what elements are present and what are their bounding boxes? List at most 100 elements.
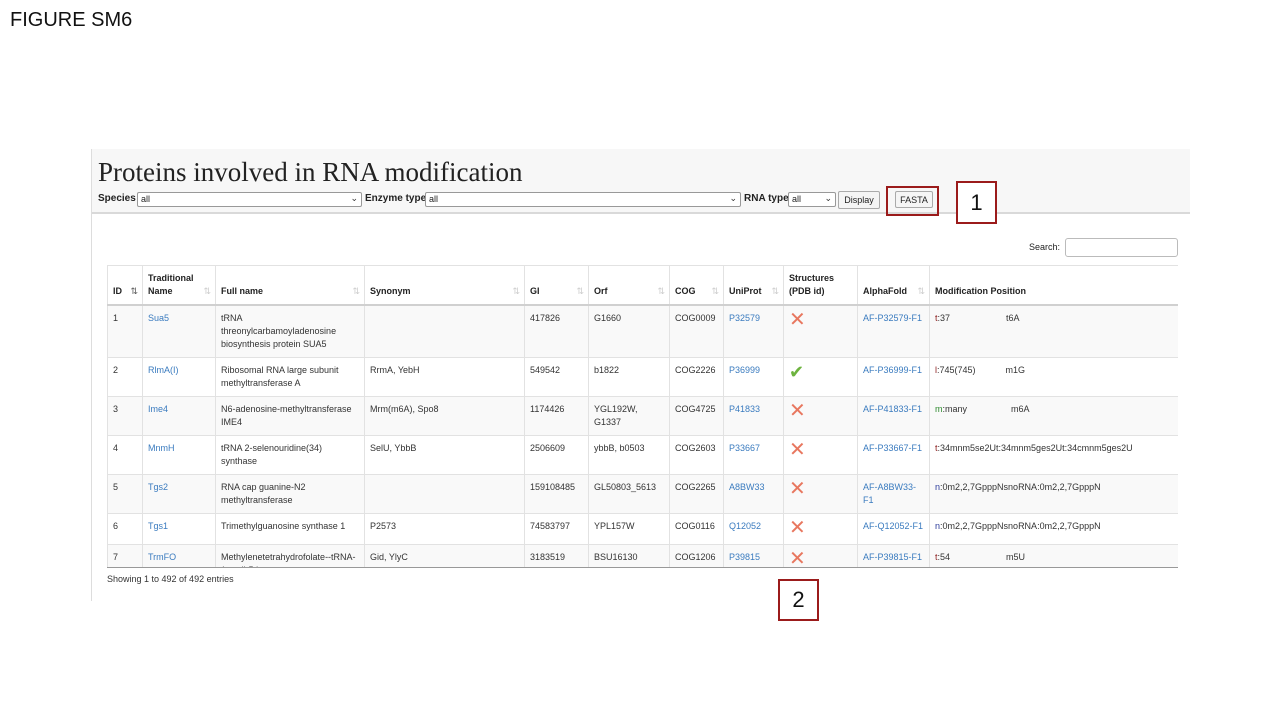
alphafold-link[interactable]: AF-P41833-F1 (863, 404, 922, 414)
cell-alphafold: AF-A8BW33-F1 (857, 474, 930, 514)
column-header-cog[interactable]: COG ⇅ (669, 265, 724, 306)
uniprot-link[interactable]: A8BW33 (729, 482, 765, 492)
cell-uniprot: P33667 (723, 435, 784, 475)
column-header-uniprot[interactable]: UniProt ⇅ (723, 265, 784, 306)
uniprot-link[interactable]: P36999 (729, 365, 760, 375)
cell-structure: ✕ (783, 435, 858, 475)
enzyme-type-value: all (429, 194, 439, 204)
cell-full-name: RNA cap guanine-N2 methyltransferase (215, 474, 365, 514)
proteins-table-scroll[interactable]: ID ⇅ Traditional Name ⇅ Full name ⇅ Synonym… (107, 265, 1178, 568)
display-button[interactable]: Display (838, 191, 880, 209)
cell-uniprot: Q12052 (723, 513, 784, 545)
column-header-traditional-name[interactable]: Traditional Name ⇅ (142, 265, 216, 306)
modification-position: :34mnm5se2Ut:34mnm5ges2Ut:34cmnm5ges2U (937, 443, 1133, 453)
cell-modification: n:0m2,2,7GpppNsnoRNA:0m2,2,7GpppN (929, 474, 1178, 514)
alphafold-link[interactable]: AF-P39815-F1 (863, 552, 922, 562)
uniprot-link[interactable]: P32579 (729, 313, 760, 323)
column-header-orf[interactable]: Orf ⇅ (588, 265, 670, 306)
protein-name-link[interactable]: Tgs2 (148, 482, 168, 492)
cross-icon: ✕ (789, 309, 806, 331)
column-header-modification-position[interactable]: Modification Position (929, 265, 1178, 306)
cell-alphafold: AF-P36999-F1 (857, 357, 930, 397)
rna-type-select[interactable]: all ⌄ (788, 192, 836, 207)
protein-name-link[interactable]: MnmH (148, 443, 175, 453)
column-header-label: Synonym (370, 286, 411, 296)
cell-synonym: RrmA, YebH (364, 357, 525, 397)
sort-icon: ⇅ (576, 286, 584, 296)
column-header-id[interactable]: ID ⇅ (107, 265, 143, 306)
cell-traditional-name: Ime4 (142, 396, 216, 436)
cross-icon: ✕ (789, 478, 806, 500)
uniprot-link[interactable]: P41833 (729, 404, 760, 414)
table-row: 7 TrmFO Methylenetetrahydrofolate--tRNA-(u… (107, 544, 1178, 568)
modification-name: m6A (1011, 404, 1030, 414)
cell-synonym: P2573 (364, 513, 525, 545)
cell-structure: ✔ (783, 357, 858, 397)
column-header-label: AlphaFold (863, 286, 907, 296)
cell-structure: ✕ (783, 304, 858, 358)
sort-icon: ⇅ (771, 286, 779, 296)
uniprot-link[interactable]: P33667 (729, 443, 760, 453)
cell-cog: COG2265 (669, 474, 724, 514)
table-row: 4 MnmH tRNA 2-selenouridine(34) synthase Se… (107, 435, 1178, 475)
column-header-synonym[interactable]: Synonym ⇅ (364, 265, 525, 306)
cell-synonym: SelU, YbbB (364, 435, 525, 475)
protein-name-link[interactable]: RlmA(I) (148, 365, 179, 375)
uniprot-link[interactable]: Q12052 (729, 521, 761, 531)
cell-full-name: Ribosomal RNA large subunit methyltransf… (215, 357, 365, 397)
column-header-full-name[interactable]: Full name ⇅ (215, 265, 365, 306)
enzyme-type-select[interactable]: all ⌄ (425, 192, 741, 207)
uniprot-link[interactable]: P39815 (729, 552, 760, 562)
sort-icon: ⇅ (917, 286, 925, 296)
cross-icon: ✕ (789, 517, 806, 539)
species-value: all (141, 194, 151, 204)
cell-modification: t:37 t6A (929, 304, 1178, 358)
cell-structure: ✕ (783, 544, 858, 568)
enzyme-type-label: Enzyme type (365, 193, 427, 204)
cell-traditional-name: Sua5 (142, 304, 216, 358)
cell-gi: 1174426 (524, 396, 589, 436)
cell-orf: ybbB, b0503 (588, 435, 670, 475)
chevron-down-icon: ⌄ (824, 193, 832, 203)
cell-traditional-name: Tgs2 (142, 474, 216, 514)
alphafold-link[interactable]: AF-Q12052-F1 (863, 521, 923, 531)
modification-position: :0m2,2,7GpppNsnoRNA:0m2,2,7GpppN (940, 482, 1101, 492)
cell-alphafold: AF-P32579-F1 (857, 304, 930, 358)
protein-name-link[interactable]: TrmFO (148, 552, 176, 562)
column-header-label: Modification Position (935, 286, 1026, 296)
cell-full-name: tRNA 2-selenouridine(34) synthase (215, 435, 365, 475)
alphafold-link[interactable]: AF-P32579-F1 (863, 313, 922, 323)
cell-orf: BSU16130 (588, 544, 670, 567)
column-header-label: UniProt (729, 286, 762, 296)
chevron-down-icon: ⌄ (729, 193, 737, 203)
column-header-alphafold[interactable]: AlphaFold ⇅ (857, 265, 930, 306)
cell-full-name: Methylenetetrahydrofolate--tRNA-(uracil-… (215, 544, 365, 567)
cell-structure: ✕ (783, 396, 858, 436)
column-header-structures[interactable]: Structures (PDB id) (783, 265, 858, 306)
cell-traditional-name: MnmH (142, 435, 216, 475)
species-select[interactable]: all ⌄ (137, 192, 362, 207)
protein-name-link[interactable]: Sua5 (148, 313, 169, 323)
cell-full-name: N6-adenosine-methyltransferase IME4 (215, 396, 365, 436)
alphafold-link[interactable]: AF-P36999-F1 (863, 365, 922, 375)
cell-structure: ✕ (783, 513, 858, 545)
modification-name: m1G (1005, 365, 1026, 375)
protein-name-link[interactable]: Tgs1 (148, 521, 168, 531)
species-label: Species (98, 193, 136, 204)
cross-icon: ✕ (789, 548, 806, 568)
cell-alphafold: AF-Q12052-F1 (857, 513, 930, 545)
cell-id: 2 (107, 357, 143, 397)
column-header-label: Full name (221, 286, 264, 296)
search-input[interactable] (1065, 238, 1178, 257)
cell-id: 7 (107, 544, 143, 567)
alphafold-link[interactable]: AF-P33667-F1 (863, 443, 922, 453)
cell-orf: b1822 (588, 357, 670, 397)
cell-traditional-name: RlmA(I) (142, 357, 216, 397)
cell-id: 1 (107, 304, 143, 358)
modification-position: :many (942, 404, 968, 414)
protein-name-link[interactable]: Ime4 (148, 404, 168, 414)
column-header-gi[interactable]: GI ⇅ (524, 265, 589, 306)
cell-orf: YGL192W, G1337 (588, 396, 670, 436)
table-row: 5 Tgs2 RNA cap guanine-N2 methyltransferas… (107, 474, 1178, 514)
alphafold-link[interactable]: AF-A8BW33-F1 (863, 482, 916, 505)
